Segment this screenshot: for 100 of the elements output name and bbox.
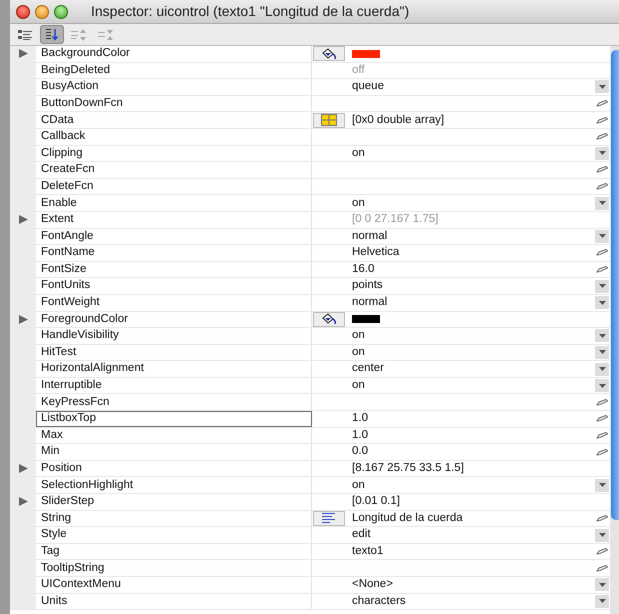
property-name[interactable]: UIContextMenu: [36, 577, 312, 593]
expand-arrow-icon[interactable]: [18, 314, 28, 324]
property-name[interactable]: Style: [36, 527, 312, 543]
property-value: [0x0 double array]: [352, 112, 444, 128]
dropdown-button[interactable]: [595, 280, 609, 293]
toolbar-button[interactable]: [40, 25, 64, 44]
caret-icon: [598, 599, 606, 604]
dropdown-button[interactable]: [595, 362, 609, 376]
dropdown-button[interactable]: [595, 296, 609, 310]
expand-arrow-icon[interactable]: [18, 49, 28, 58]
property-name[interactable]: FontWeight: [36, 294, 312, 310]
property-name[interactable]: HitTest: [36, 344, 312, 360]
editor-button[interactable]: [313, 510, 345, 526]
dropdown-button[interactable]: [595, 80, 609, 94]
minimize-button[interactable]: [35, 4, 49, 18]
property-value: texto1: [352, 544, 384, 559]
dropdown-button[interactable]: [595, 379, 609, 392]
property-value: 1.0: [352, 411, 368, 426]
caret-icon: [598, 84, 606, 89]
expand-all-icon: [71, 28, 87, 40]
property-name[interactable]: String: [36, 510, 312, 526]
property-name[interactable]: ForegroundColor: [36, 312, 312, 328]
property-name[interactable]: TooltipString: [36, 560, 312, 576]
property-name[interactable]: Enable: [36, 195, 312, 211]
property-value: normal: [352, 228, 388, 244]
property-value: on: [352, 344, 365, 360]
dropdown-button[interactable]: [595, 329, 609, 342]
property-value: 16.0: [352, 262, 374, 277]
property-name[interactable]: DeleteFcn: [36, 178, 312, 194]
property-name[interactable]: Clipping: [36, 146, 312, 162]
property-value: points: [352, 278, 383, 294]
caret-icon: [598, 350, 606, 354]
dropdown-button[interactable]: [595, 196, 609, 210]
pencil-icon: [596, 448, 608, 456]
dropdown-button[interactable]: [595, 478, 609, 492]
property-name[interactable]: Position: [36, 460, 312, 476]
caret-icon: [598, 533, 606, 538]
pencil-icon: [596, 183, 608, 190]
collapse-all-icon: [98, 28, 114, 40]
pencil-icon: [596, 415, 608, 422]
editor-button[interactable]: [313, 46, 345, 62]
property-value: edit: [352, 527, 371, 542]
paint-bucket-icon: [321, 48, 337, 60]
caret-icon: [598, 483, 606, 488]
caret-icon: [598, 367, 606, 372]
property-name[interactable]: KeyPressFcn: [36, 394, 312, 410]
property-name[interactable]: ButtonDownFcn: [36, 96, 312, 112]
dropdown-button[interactable]: [595, 230, 609, 243]
property-name[interactable]: Units: [36, 594, 312, 610]
caret-icon: [598, 582, 606, 587]
dropdown-button[interactable]: [595, 594, 609, 608]
property-value: [0.01 0.1]: [352, 494, 400, 510]
pencil-icon: [596, 133, 608, 140]
pencil-icon: [596, 249, 608, 256]
property-value: [0 0 27.167 1.75]: [352, 212, 438, 228]
dropdown-button[interactable]: [595, 346, 609, 359]
zoom-button[interactable]: [54, 4, 68, 18]
property-name[interactable]: BackgroundColor: [36, 46, 312, 62]
property-name[interactable]: SelectionHighlight: [36, 477, 312, 494]
expand-arrow-icon[interactable]: [18, 497, 28, 506]
caret-icon: [598, 201, 606, 206]
property-value: on: [352, 328, 365, 344]
property-name[interactable]: SliderStep: [36, 494, 312, 510]
dropdown-button[interactable]: [595, 578, 609, 592]
property-name[interactable]: BusyAction: [36, 79, 312, 95]
pencil-icon: [596, 564, 608, 572]
property-name[interactable]: HandleVisibility: [36, 328, 312, 344]
property-value: on: [352, 146, 365, 161]
caret-icon: [598, 284, 606, 288]
property-name[interactable]: Callback: [36, 128, 312, 145]
property-value: 0.0: [352, 444, 368, 460]
close-button[interactable]: [16, 4, 30, 18]
pencil-icon: [596, 548, 608, 556]
property-name[interactable]: Interruptible: [36, 378, 312, 394]
pencil-icon: [596, 100, 608, 108]
caret-icon: [598, 334, 606, 338]
property-value: off: [352, 62, 365, 78]
scrollbar[interactable]: [610, 46, 619, 614]
property-name[interactable]: CreateFcn: [36, 162, 312, 178]
pencil-icon: [596, 166, 608, 174]
property-name[interactable]: Min: [36, 444, 312, 460]
property-name[interactable]: FontName: [36, 245, 312, 261]
property-name[interactable]: ListboxTop: [36, 411, 312, 427]
pencil-icon: [596, 432, 608, 439]
editor-button[interactable]: [313, 312, 345, 327]
pencil-icon: [596, 116, 608, 124]
property-name[interactable]: FontSize: [36, 262, 312, 278]
property-name[interactable]: FontAngle: [36, 228, 312, 244]
property-name[interactable]: FontUnits: [36, 278, 312, 294]
caret-icon: [598, 384, 606, 388]
property-name[interactable]: CData: [36, 112, 312, 128]
dropdown-button[interactable]: [595, 146, 609, 160]
scrollbar-thumb[interactable]: [611, 50, 619, 520]
property-name[interactable]: Tag: [36, 544, 312, 560]
dropdown-button[interactable]: [595, 528, 609, 542]
expand-arrow-icon[interactable]: [18, 464, 28, 474]
property-name[interactable]: HorizontalAlignment: [36, 361, 312, 377]
sort-icon: [45, 28, 59, 41]
paint-bucket-icon: [321, 313, 337, 326]
property-name[interactable]: Max: [36, 428, 312, 444]
